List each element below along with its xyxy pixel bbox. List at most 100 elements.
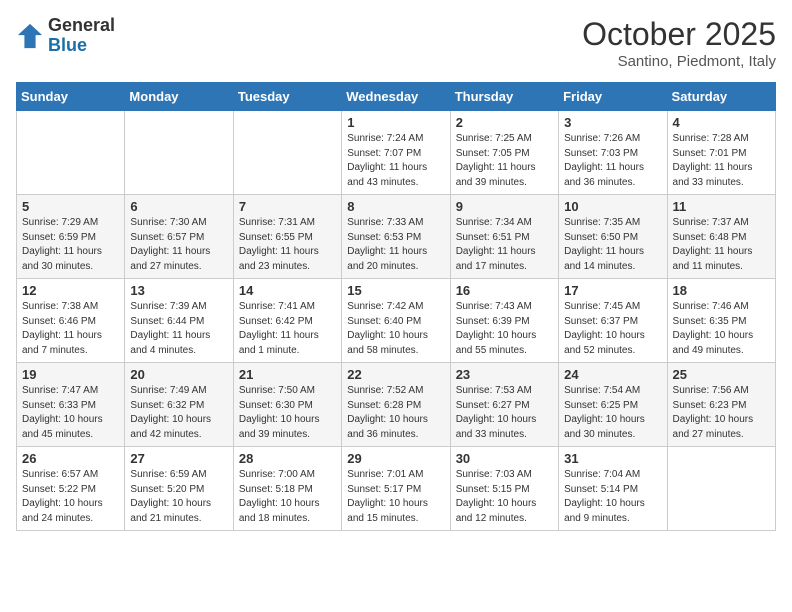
day-number: 13 — [130, 283, 227, 298]
calendar-cell: 13 Sunrise: 7:39 AM Sunset: 6:44 PM Dayli… — [125, 279, 233, 363]
calendar-cell: 16 Sunrise: 7:43 AM Sunset: 6:39 PM Dayli… — [450, 279, 558, 363]
weekday-header: Monday — [125, 83, 233, 111]
day-info: Sunrise: 7:53 AM Sunset: 6:27 PM Dayligh… — [456, 384, 553, 442]
logo: General Blue — [16, 16, 115, 56]
calendar-cell: 3Sunrise: 7:26 AM Sunset: 7:03 PM Daylig… — [559, 111, 667, 195]
calendar-cell: 29Sunrise: 7:01 AM Sunset: 5:17 PM Dayli… — [342, 447, 450, 531]
weekday-header: Tuesday — [233, 83, 341, 111]
day-info: Sunrise: 7:33 AM Sunset: 6:53 PM Dayligh… — [347, 216, 444, 274]
day-info: Sunrise: 7:54 AM Sunset: 6:25 PM Dayligh… — [564, 384, 661, 442]
calendar-cell: 7 Sunrise: 7:31 AM Sunset: 6:55 PM Daylig… — [233, 195, 341, 279]
day-number: 25 — [673, 367, 770, 382]
day-number: 27 — [130, 451, 227, 466]
day-info: Sunrise: 7:37 AM Sunset: 6:48 PM Dayligh… — [673, 216, 770, 274]
weekday-header: Wednesday — [342, 83, 450, 111]
calendar-cell: 23 Sunrise: 7:53 AM Sunset: 6:27 PM Dayli… — [450, 363, 558, 447]
day-number: 10 — [564, 199, 661, 214]
day-number: 15 — [347, 283, 444, 298]
day-info: Sunrise: 7:29 AM Sunset: 6:59 PM Dayligh… — [22, 216, 119, 274]
location-subtitle: Santino, Piedmont, Italy — [582, 53, 776, 70]
calendar-week-row: 5 Sunrise: 7:29 AM Sunset: 6:59 PM Daylig… — [17, 195, 776, 279]
day-info: Sunrise: 7:25 AM Sunset: 7:05 PM Dayligh… — [456, 132, 553, 190]
day-number: 5 — [22, 199, 119, 214]
day-info: Sunrise: 7:42 AM Sunset: 6:40 PM Dayligh… — [347, 300, 444, 358]
calendar-cell: 22Sunrise: 7:52 AM Sunset: 6:28 PM Dayli… — [342, 363, 450, 447]
day-number: 17 — [564, 283, 661, 298]
calendar-cell — [667, 447, 775, 531]
title-block: October 2025 Santino, Piedmont, Italy — [582, 16, 776, 70]
calendar-cell: 20 Sunrise: 7:49 AM Sunset: 6:32 PM Dayli… — [125, 363, 233, 447]
day-number: 23 — [456, 367, 553, 382]
calendar-cell: 12 Sunrise: 7:38 AM Sunset: 6:46 PM Dayli… — [17, 279, 125, 363]
day-number: 24 — [564, 367, 661, 382]
logo-line2: Blue — [48, 36, 115, 56]
day-number: 2 — [456, 115, 553, 130]
day-number: 8 — [347, 199, 444, 214]
day-info: Sunrise: 7:46 AM Sunset: 6:35 PM Dayligh… — [673, 300, 770, 358]
day-info: Sunrise: 7:41 AM Sunset: 6:42 PM Dayligh… — [239, 300, 336, 358]
day-info: Sunrise: 7:00 AM Sunset: 5:18 PM Dayligh… — [239, 468, 336, 526]
day-number: 28 — [239, 451, 336, 466]
calendar-week-row: 1Sunrise: 7:24 AM Sunset: 7:07 PM Daylig… — [17, 111, 776, 195]
month-title: October 2025 — [582, 16, 776, 53]
page-header: General Blue October 2025 Santino, Piedm… — [16, 16, 776, 70]
day-number: 14 — [239, 283, 336, 298]
calendar-cell — [233, 111, 341, 195]
calendar-cell: 27Sunrise: 6:59 AM Sunset: 5:20 PM Dayli… — [125, 447, 233, 531]
day-info: Sunrise: 7:49 AM Sunset: 6:32 PM Dayligh… — [130, 384, 227, 442]
day-number: 9 — [456, 199, 553, 214]
day-number: 21 — [239, 367, 336, 382]
day-info: Sunrise: 7:38 AM Sunset: 6:46 PM Dayligh… — [22, 300, 119, 358]
day-info: Sunrise: 7:35 AM Sunset: 6:50 PM Dayligh… — [564, 216, 661, 274]
calendar-cell: 31 Sunrise: 7:04 AM Sunset: 5:14 PM Dayli… — [559, 447, 667, 531]
weekday-header: Saturday — [667, 83, 775, 111]
day-info: Sunrise: 7:01 AM Sunset: 5:17 PM Dayligh… — [347, 468, 444, 526]
day-number: 4 — [673, 115, 770, 130]
day-info: Sunrise: 7:28 AM Sunset: 7:01 PM Dayligh… — [673, 132, 770, 190]
weekday-header: Sunday — [17, 83, 125, 111]
day-info: Sunrise: 7:43 AM Sunset: 6:39 PM Dayligh… — [456, 300, 553, 358]
calendar-cell: 10 Sunrise: 7:35 AM Sunset: 6:50 PM Dayli… — [559, 195, 667, 279]
day-info: Sunrise: 7:26 AM Sunset: 7:03 PM Dayligh… — [564, 132, 661, 190]
calendar-table: SundayMondayTuesdayWednesdayThursdayFrid… — [16, 82, 776, 531]
calendar-cell: 4 Sunrise: 7:28 AM Sunset: 7:01 PM Daylig… — [667, 111, 775, 195]
day-info: Sunrise: 7:24 AM Sunset: 7:07 PM Dayligh… — [347, 132, 444, 190]
weekday-header-row: SundayMondayTuesdayWednesdayThursdayFrid… — [17, 83, 776, 111]
day-number: 11 — [673, 199, 770, 214]
day-number: 18 — [673, 283, 770, 298]
day-info: Sunrise: 6:57 AM Sunset: 5:22 PM Dayligh… — [22, 468, 119, 526]
calendar-week-row: 12 Sunrise: 7:38 AM Sunset: 6:46 PM Dayli… — [17, 279, 776, 363]
calendar-cell: 25 Sunrise: 7:56 AM Sunset: 6:23 PM Dayli… — [667, 363, 775, 447]
day-info: Sunrise: 7:39 AM Sunset: 6:44 PM Dayligh… — [130, 300, 227, 358]
calendar-cell: 14 Sunrise: 7:41 AM Sunset: 6:42 PM Dayli… — [233, 279, 341, 363]
calendar-cell: 30Sunrise: 7:03 AM Sunset: 5:15 PM Dayli… — [450, 447, 558, 531]
calendar-cell: 5 Sunrise: 7:29 AM Sunset: 6:59 PM Daylig… — [17, 195, 125, 279]
weekday-header: Thursday — [450, 83, 558, 111]
logo-icon — [16, 22, 44, 50]
day-number: 7 — [239, 199, 336, 214]
day-number: 20 — [130, 367, 227, 382]
day-info: Sunrise: 7:31 AM Sunset: 6:55 PM Dayligh… — [239, 216, 336, 274]
day-info: Sunrise: 7:50 AM Sunset: 6:30 PM Dayligh… — [239, 384, 336, 442]
logo-line1: General — [48, 16, 115, 36]
calendar-cell: 6Sunrise: 7:30 AM Sunset: 6:57 PM Daylig… — [125, 195, 233, 279]
calendar-cell: 17 Sunrise: 7:45 AM Sunset: 6:37 PM Dayli… — [559, 279, 667, 363]
day-number: 19 — [22, 367, 119, 382]
day-info: Sunrise: 7:56 AM Sunset: 6:23 PM Dayligh… — [673, 384, 770, 442]
calendar-cell: 8 Sunrise: 7:33 AM Sunset: 6:53 PM Daylig… — [342, 195, 450, 279]
day-number: 26 — [22, 451, 119, 466]
calendar-cell: 24 Sunrise: 7:54 AM Sunset: 6:25 PM Dayli… — [559, 363, 667, 447]
calendar-cell — [17, 111, 125, 195]
calendar-cell: 26 Sunrise: 6:57 AM Sunset: 5:22 PM Dayli… — [17, 447, 125, 531]
day-info: Sunrise: 7:34 AM Sunset: 6:51 PM Dayligh… — [456, 216, 553, 274]
day-info: Sunrise: 7:45 AM Sunset: 6:37 PM Dayligh… — [564, 300, 661, 358]
calendar-cell — [125, 111, 233, 195]
day-number: 16 — [456, 283, 553, 298]
calendar-cell: 15 Sunrise: 7:42 AM Sunset: 6:40 PM Dayli… — [342, 279, 450, 363]
day-number: 12 — [22, 283, 119, 298]
calendar-cell: 2 Sunrise: 7:25 AM Sunset: 7:05 PM Daylig… — [450, 111, 558, 195]
day-number: 31 — [564, 451, 661, 466]
day-info: Sunrise: 7:04 AM Sunset: 5:14 PM Dayligh… — [564, 468, 661, 526]
day-number: 22 — [347, 367, 444, 382]
day-number: 6 — [130, 199, 227, 214]
